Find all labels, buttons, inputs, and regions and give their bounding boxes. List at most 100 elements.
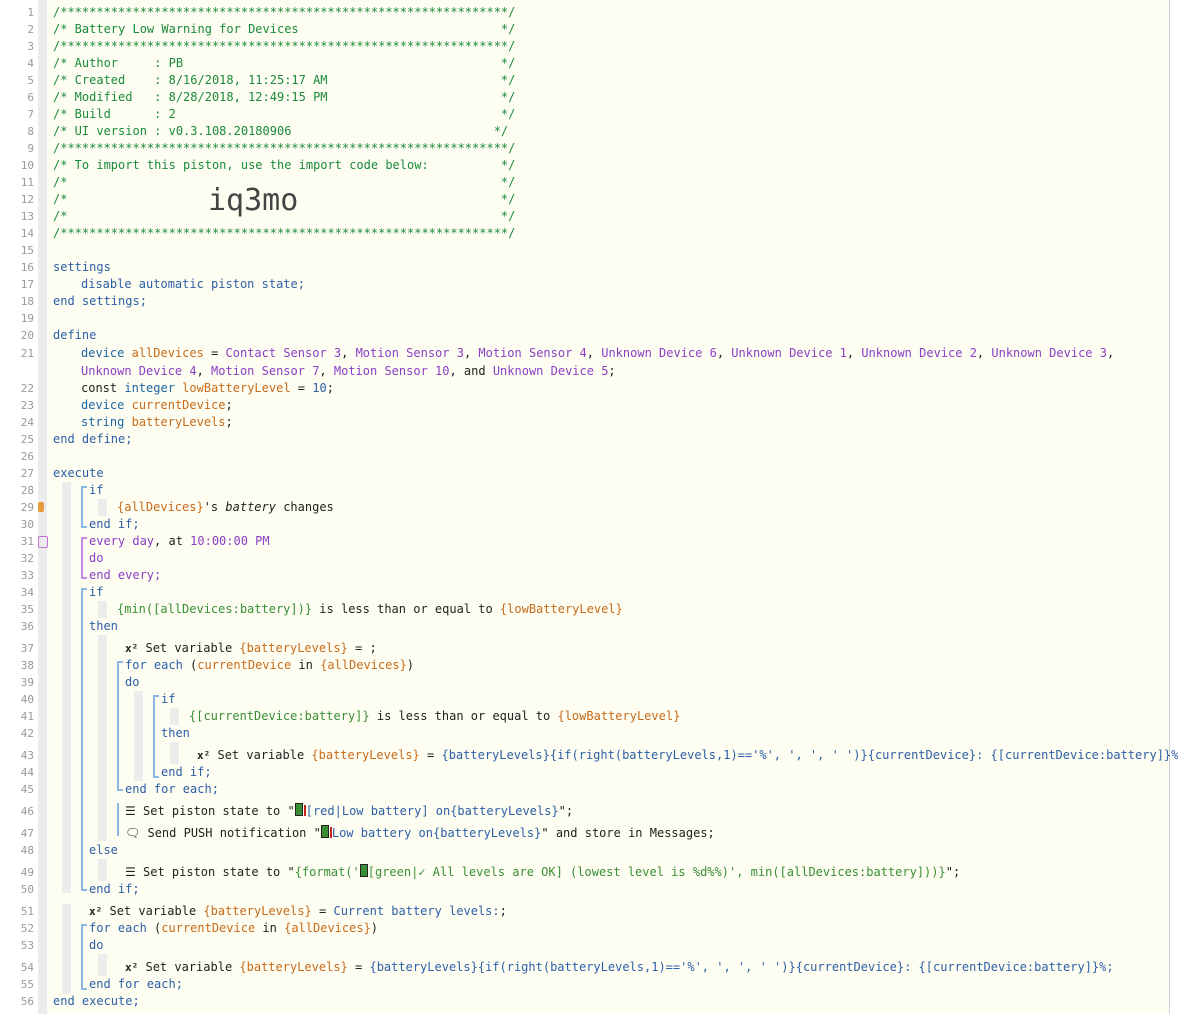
sep: ; [225, 415, 233, 429]
then-keyword: then [161, 726, 190, 740]
device-name[interactable]: Unknown Device 4 [81, 364, 197, 378]
action-label: Set variable [109, 904, 204, 918]
define-current-device[interactable]: device currentDevice; [81, 397, 233, 414]
comment-build: /* Build : 2 */ [53, 107, 516, 121]
then-keyword: then [89, 619, 118, 633]
if-keyword[interactable]: if [161, 691, 175, 708]
if-keyword[interactable]: if [89, 584, 103, 601]
device-name[interactable]: Motion Sensor 7 [211, 364, 319, 378]
device-name[interactable]: Contact Sensor 3 [226, 346, 342, 360]
set-variable-statement[interactable]: x² Set variable {batteryLevels} = {batte… [125, 959, 1114, 976]
set-variable-statement[interactable]: x² Set variable {batteryLevels} = Curren… [89, 903, 507, 920]
condition-min-battery[interactable]: {min([allDevices:battery])} is less than… [117, 601, 623, 618]
state-string: [red|Low battery] on{batteryLevels} [305, 804, 559, 818]
end-if: end if; [89, 517, 140, 531]
bar-cap [81, 988, 87, 990]
for-each-statement[interactable]: for each (currentDevice in {allDevices}) [89, 920, 378, 937]
battery-icon [320, 825, 329, 838]
line-number: 21 [20, 347, 34, 360]
store-label: " and store in Messages; [541, 826, 715, 840]
define-battery-levels[interactable]: string batteryLevels; [81, 414, 233, 431]
list-icon: ☰ [125, 865, 136, 879]
action-group-bar [117, 803, 119, 836]
indent [98, 601, 107, 618]
indent [98, 635, 107, 841]
if-keyword[interactable]: if [89, 482, 103, 499]
ref-low-battery: {lowBatteryLevel} [499, 602, 623, 616]
set-state-statement[interactable]: ☰ Set piston state to " [red|Low battery]… [125, 803, 573, 820]
device-name[interactable]: Unknown Device 5 [493, 364, 609, 378]
string-value: Current battery levels: [333, 904, 500, 918]
sep: , [716, 346, 732, 360]
push-message: Low battery on{batteryLevels} [331, 826, 542, 840]
action-label: Set piston state to " [143, 804, 295, 818]
device-name[interactable]: Motion Sensor 10 [334, 364, 450, 378]
indent [134, 691, 143, 781]
line-number: 24 [20, 416, 34, 429]
device-name[interactable]: Unknown Device 1 [731, 346, 847, 360]
line-number: 3 [27, 40, 34, 53]
sep: , [196, 364, 212, 378]
comment-ui-version: /* UI version : v0.3.108.20180906 */ [53, 124, 509, 138]
indent [98, 954, 107, 976]
every-day-timer[interactable]: every day, at 10:00:00 PM [89, 533, 270, 550]
line-number: 49 [20, 866, 34, 879]
do-keyword: do [89, 938, 104, 952]
ref-battery-levels: {batteryLevels} [311, 748, 420, 762]
set-variable-statement[interactable]: x² Set variable {batteryLevels} = {batte… [197, 747, 1178, 764]
expr-concat: {batteryLevels}{if(right(batteryLevels,1… [369, 960, 1114, 974]
at-keyword: , at [154, 534, 191, 548]
attr-battery: battery [225, 500, 276, 514]
define-const[interactable]: const integer lowBatteryLevel = 10; [81, 380, 334, 397]
type-string: string [81, 415, 125, 429]
comment-import-note: /* To import this piston, use the import… [53, 158, 516, 172]
end-settings: end settings; [53, 294, 147, 308]
push-notification-statement[interactable]: 🗨 Send PUSH notification " Low battery on… [125, 825, 715, 842]
device-name[interactable]: Motion Sensor 4 [478, 346, 586, 360]
end-if: end if; [89, 882, 140, 896]
for-each-statement[interactable]: for each (currentDevice in {allDevices}) [125, 657, 414, 674]
device-name[interactable]: Unknown Device 3 [991, 346, 1107, 360]
define-all-devices[interactable]: device allDevices = Contact Sensor 3, Mo… [81, 345, 1121, 362]
execute-gutter [62, 482, 71, 893]
condition-battery-changes[interactable]: {allDevices}'s battery changes [117, 499, 334, 516]
line-number: 39 [20, 676, 34, 689]
variable-icon: x² [125, 961, 139, 974]
trigger-lightning-icon [38, 502, 44, 512]
op-eq: = [290, 381, 313, 395]
line-number: 15 [20, 244, 34, 257]
time-value: 10:00:00 PM [190, 534, 270, 548]
import-code: iq3mo [208, 183, 299, 218]
set-variable-statement[interactable]: x² Set variable {batteryLevels} = ; [125, 640, 377, 657]
define-all-devices-cont[interactable]: Unknown Device 4, Motion Sensor 7, Motio… [81, 363, 616, 380]
line-number: 5 [27, 74, 34, 87]
var-current-device: currentDevice [161, 921, 256, 935]
line-number: 11 [20, 176, 34, 189]
if-block-bar [153, 695, 155, 778]
line-number: 7 [27, 108, 34, 121]
else-keyword: else [89, 843, 118, 857]
condition-current-battery[interactable]: {[currentDevice:battery]} is less than o… [189, 708, 680, 725]
expr-current-battery: {[currentDevice:battery]} [189, 709, 370, 723]
line-number: 31 [20, 535, 34, 548]
device-name[interactable]: Unknown Device 6 [601, 346, 717, 360]
bar-cap [81, 924, 87, 926]
settings-keyword: settings [53, 260, 111, 274]
line-number: 25 [20, 433, 34, 446]
for-each-bar [117, 661, 119, 791]
possessive: 's [203, 500, 226, 514]
device-name[interactable]: Unknown Device 2 [861, 346, 977, 360]
device-name[interactable]: Motion Sensor 3 [356, 346, 464, 360]
line-number: 26 [20, 450, 34, 463]
line-number: 8 [27, 125, 34, 138]
settings-statement[interactable]: disable automatic piston state; [81, 276, 305, 293]
in-keyword: in [255, 921, 285, 935]
line-number: 10 [20, 159, 34, 172]
end-execute: end execute; [53, 994, 140, 1008]
line-number: 50 [20, 883, 34, 896]
line-number: 53 [20, 939, 34, 952]
sep: ; [326, 381, 334, 395]
action-label: Set piston state to " [143, 865, 295, 879]
bar-cap [81, 889, 87, 891]
set-state-statement[interactable]: ☰ Set piston state to "{format(' [green|✓… [125, 864, 960, 881]
